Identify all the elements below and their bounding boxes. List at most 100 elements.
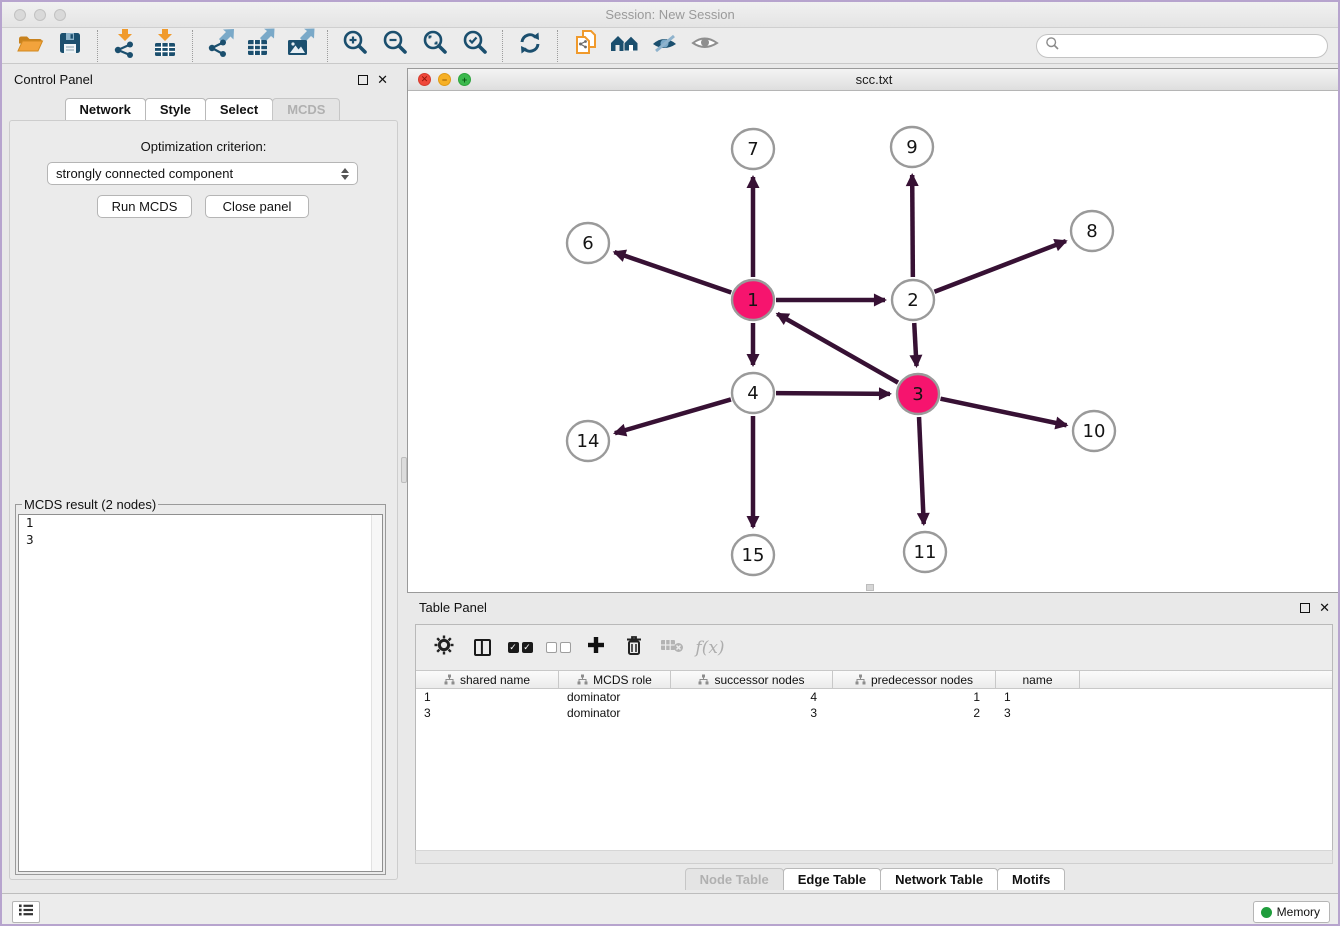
graph-node-4[interactable]: 4: [732, 373, 774, 413]
mcds-result-area[interactable]: 1 3: [18, 514, 383, 872]
graph-node-9[interactable]: 9: [891, 127, 933, 167]
graph-edge-3-10[interactable]: [941, 399, 1067, 426]
toggle-columns-button[interactable]: [464, 631, 500, 665]
fx-icon: f(x): [695, 638, 724, 658]
save-session-button[interactable]: [50, 30, 90, 62]
table-row[interactable]: 1 dominator 4 1 1: [416, 689, 1332, 705]
graph-node-3[interactable]: 3: [897, 374, 939, 414]
zoom-selected-icon: [460, 28, 490, 63]
refresh-view-button[interactable]: [510, 30, 550, 62]
table-panel-header: Table Panel ✕: [407, 596, 1340, 622]
eye-slash-icon: [649, 30, 681, 61]
tab-edge-table[interactable]: Edge Table: [783, 868, 881, 890]
graph-edge-2-9[interactable]: [912, 175, 913, 277]
save-floppy-icon: [57, 30, 83, 61]
hide-details-button[interactable]: [645, 30, 685, 62]
column-header-shared-name[interactable]: shared name: [416, 671, 559, 688]
graph-node-2[interactable]: 2: [892, 280, 934, 320]
zoom-selected-button[interactable]: [455, 30, 495, 62]
graph-edge-2-8[interactable]: [934, 241, 1065, 292]
graph-node-8[interactable]: 8: [1071, 211, 1113, 251]
search-field[interactable]: [1036, 34, 1328, 58]
deselect-all-button[interactable]: [540, 631, 576, 665]
select-all-button[interactable]: ✓✓: [502, 631, 538, 665]
graph-node-15[interactable]: 15: [732, 535, 774, 575]
dropdown-value: strongly connected component: [56, 166, 233, 181]
network-canvas[interactable]: 7 9 6 8 1 2 4 3 14 10 15 11: [408, 91, 1340, 592]
cell-name[interactable]: 1: [996, 689, 1080, 705]
tab-style[interactable]: Style: [145, 98, 206, 120]
open-session-button[interactable]: [10, 30, 50, 62]
cell-predecessor-nodes[interactable]: 1: [833, 689, 996, 705]
import-network-button[interactable]: [105, 30, 145, 62]
result-scrollbar[interactable]: [371, 515, 382, 871]
float-panel-icon[interactable]: [358, 75, 368, 85]
function-builder-button[interactable]: f(x): [692, 631, 728, 665]
home-view-button[interactable]: [605, 30, 645, 62]
copy-documents-icon: [571, 28, 599, 63]
optimization-criterion-select[interactable]: strongly connected component: [47, 162, 358, 185]
run-mcds-button[interactable]: Run MCDS: [97, 195, 192, 218]
tab-node-table[interactable]: Node Table: [685, 868, 784, 890]
network-window-titlebar[interactable]: ✕ − + scc.txt: [408, 69, 1340, 91]
close-panel-icon[interactable]: ✕: [377, 75, 388, 85]
graph-edge-2-3[interactable]: [914, 323, 916, 366]
delete-table-button[interactable]: [654, 631, 690, 665]
cell-shared-name[interactable]: 3: [416, 705, 559, 721]
table-row[interactable]: 3 dominator 3 2 3: [416, 705, 1332, 721]
graph-node-11[interactable]: 11: [904, 532, 946, 572]
canvas-resize-grip[interactable]: [866, 584, 874, 591]
svg-text:8: 8: [1086, 221, 1097, 242]
export-network-button[interactable]: [200, 30, 240, 62]
column-header-mcds-role[interactable]: MCDS role: [559, 671, 671, 688]
graph-node-7[interactable]: 7: [732, 129, 774, 169]
column-header-successor-nodes[interactable]: successor nodes: [671, 671, 833, 688]
search-input[interactable]: [1060, 36, 1327, 56]
copy-view-button[interactable]: [565, 30, 605, 62]
memory-button[interactable]: Memory: [1253, 901, 1330, 923]
cell-name[interactable]: 3: [996, 705, 1080, 721]
cell-mcds-role[interactable]: dominator: [559, 705, 671, 721]
import-table-button[interactable]: [145, 30, 185, 62]
cell-mcds-role[interactable]: dominator: [559, 689, 671, 705]
refresh-icon: [516, 29, 544, 62]
export-image-button[interactable]: [280, 30, 320, 62]
tab-select[interactable]: Select: [205, 98, 273, 120]
zoom-in-button[interactable]: [335, 30, 375, 62]
tab-mcds[interactable]: MCDS: [272, 98, 340, 120]
zoom-fit-button[interactable]: [415, 30, 455, 62]
graph-edge-4-14[interactable]: [615, 399, 731, 433]
graph-node-14[interactable]: 14: [567, 421, 609, 461]
column-header-predecessor-nodes[interactable]: predecessor nodes: [833, 671, 996, 688]
tab-network[interactable]: Network: [65, 98, 146, 120]
tab-network-table[interactable]: Network Table: [880, 868, 998, 890]
checked-boxes-icon: ✓✓: [508, 642, 533, 653]
close-panel-button[interactable]: Close panel: [205, 195, 309, 218]
column-header-name[interactable]: name: [996, 671, 1080, 688]
search-icon: [1045, 36, 1060, 56]
cell-shared-name[interactable]: 1: [416, 689, 559, 705]
graph-node-10[interactable]: 10: [1073, 411, 1115, 451]
table-settings-button[interactable]: [426, 631, 462, 665]
cell-predecessor-nodes[interactable]: 2: [833, 705, 996, 721]
cell-successor-nodes[interactable]: 3: [671, 705, 833, 721]
graph-edge-3-11[interactable]: [919, 417, 924, 524]
delete-column-button[interactable]: [616, 631, 652, 665]
float-table-panel-icon[interactable]: [1300, 603, 1310, 613]
graph-edge-4-3[interactable]: [776, 393, 890, 394]
panel-splitter-handle[interactable]: [401, 457, 407, 483]
close-table-panel-icon[interactable]: ✕: [1319, 603, 1330, 613]
cell-successor-nodes[interactable]: 4: [671, 689, 833, 705]
graph-node-6[interactable]: 6: [567, 223, 609, 263]
zoom-out-button[interactable]: [375, 30, 415, 62]
task-history-button[interactable]: [12, 901, 40, 923]
tab-motifs[interactable]: Motifs: [997, 868, 1065, 890]
graph-node-1[interactable]: 1: [732, 280, 774, 320]
add-column-button[interactable]: [578, 631, 614, 665]
zoom-in-icon: [340, 28, 370, 63]
export-table-button[interactable]: [240, 30, 280, 62]
graph-edge-1-6[interactable]: [614, 252, 731, 292]
table-horizontal-scrollbar[interactable]: [415, 850, 1333, 864]
graph-edge-3-1[interactable]: [777, 314, 898, 383]
show-details-button[interactable]: [685, 30, 725, 62]
